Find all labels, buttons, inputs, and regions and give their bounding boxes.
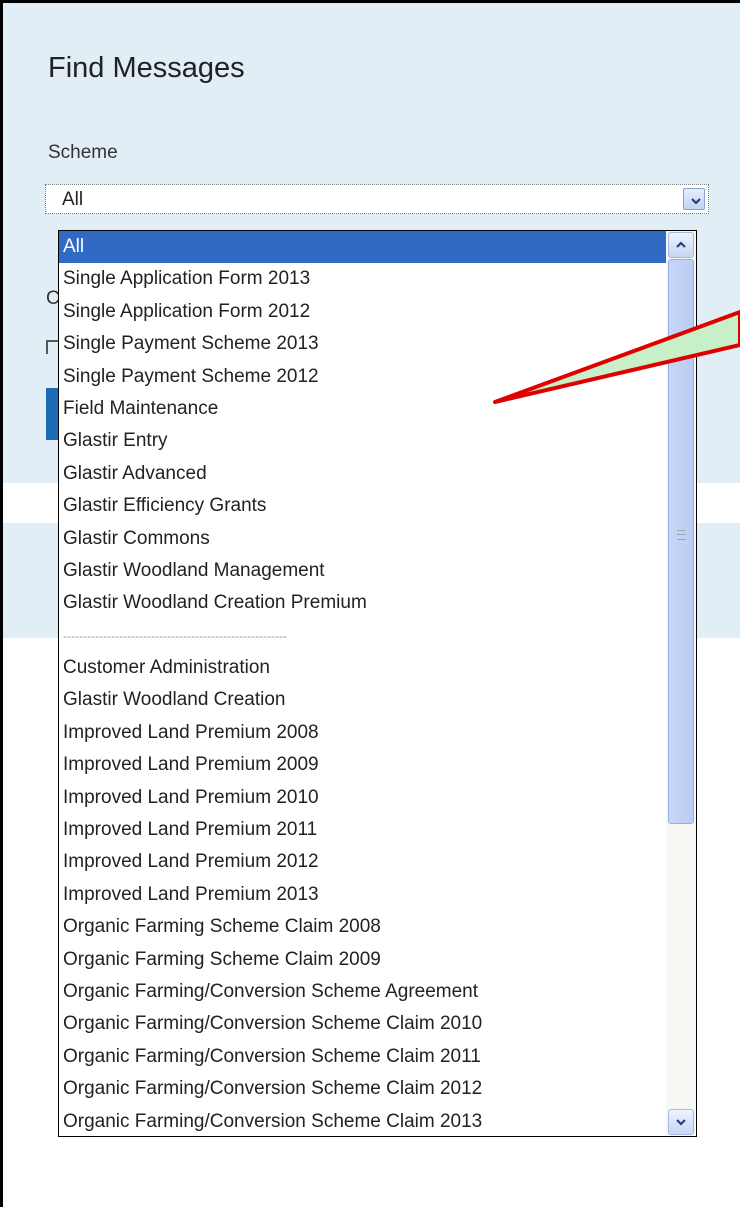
callout-arrow: [493, 310, 740, 404]
